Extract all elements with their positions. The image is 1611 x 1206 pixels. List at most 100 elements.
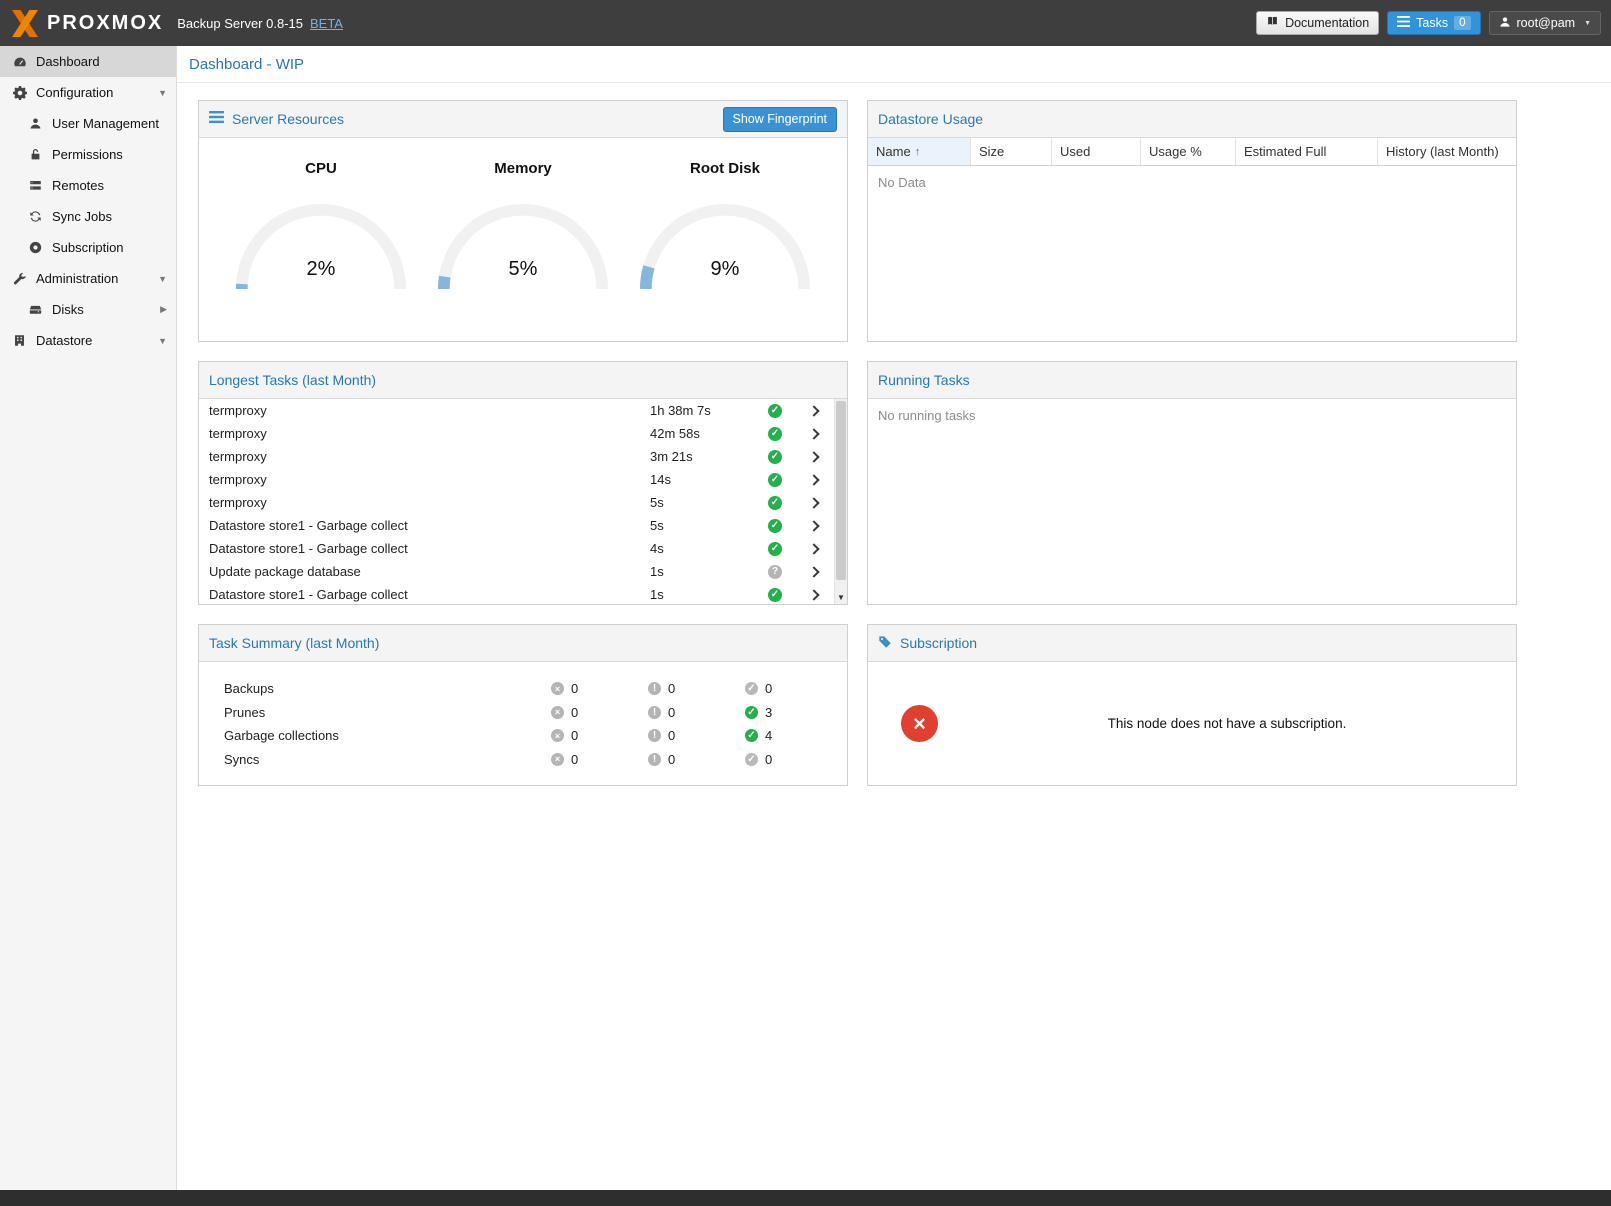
column-header-name[interactable]: Name ↑ (868, 138, 971, 165)
chevron-right-icon[interactable] (808, 520, 819, 531)
task-summary-row-garbage-collections: Garbage collections 0 0 4 (199, 724, 847, 748)
status-ok-icon (768, 519, 782, 533)
ok-icon (745, 729, 758, 742)
table-row[interactable]: Datastore store1 - Garbage collect 1s (199, 583, 847, 604)
warning-icon (648, 682, 661, 695)
sidebar-item-permissions[interactable]: Permissions (0, 139, 176, 170)
root-disk-gauge-value: 9% (635, 258, 815, 281)
status-unknown-icon (768, 565, 782, 579)
datastore-usage-title: Datastore Usage (878, 111, 983, 127)
chevron-right-icon[interactable] (808, 589, 819, 600)
topbar: PROXMOX Backup Server 0.8-15 BETA Docume… (0, 0, 1611, 46)
scrollbar-thumb[interactable] (836, 401, 846, 580)
column-header-estimated-full[interactable]: Estimated Full (1236, 138, 1378, 165)
chevron-right-icon[interactable] (808, 543, 819, 554)
page-title: Dashboard - WIP (189, 56, 304, 73)
subscription-message: This node does not have a subscription. (938, 716, 1516, 731)
task-list-icon (1397, 16, 1410, 30)
sidebar-item-remotes[interactable]: Remotes (0, 170, 176, 201)
product-version: Backup Server 0.8-15 (177, 16, 303, 31)
server-resources-body: CPU 2% Memory (199, 138, 847, 341)
ok-icon (745, 753, 758, 766)
task-duration: 14s (650, 472, 755, 487)
warning-count: 0 (668, 681, 675, 696)
task-duration: 5s (650, 495, 755, 510)
proxmox-logo-icon (10, 10, 40, 37)
table-row[interactable]: Datastore store1 - Garbage collect 5s (199, 514, 847, 537)
scroll-down-icon[interactable]: ▼ (835, 593, 847, 602)
warning-icon (648, 753, 661, 766)
column-header-usage-pct[interactable]: Usage % (1141, 138, 1236, 165)
server-resources-panel: Server Resources Show Fingerprint CPU 2% (198, 100, 848, 342)
column-header-size[interactable]: Size (971, 138, 1052, 165)
task-summary-row-syncs: Syncs 0 0 0 (199, 748, 847, 772)
sidebar-item-label: Remotes (52, 178, 104, 193)
datastore-usage-column-headers: Name ↑ Size Used Usage % E (868, 138, 1516, 166)
server-resources-title: Server Resources (232, 111, 344, 127)
table-row[interactable]: termproxy 3m 21s (199, 445, 847, 468)
beta-link[interactable]: BETA (310, 16, 343, 31)
chevron-right-icon[interactable] (808, 405, 819, 416)
caret-down-icon: ▼ (158, 274, 167, 284)
sidebar-item-disks[interactable]: Disks ▶ (0, 294, 176, 325)
table-row[interactable]: termproxy 42m 58s (199, 422, 847, 445)
subscription-body: × This node does not have a subscription… (868, 662, 1516, 785)
ok-icon (745, 706, 758, 719)
sidebar-item-sync-jobs[interactable]: Sync Jobs (0, 201, 176, 232)
cpu-gauge-arc (231, 199, 411, 298)
table-row[interactable]: Update package database 1s (199, 560, 847, 583)
dashboard-grid: Server Resources Show Fingerprint CPU 2% (177, 83, 1611, 786)
status-ok-icon (768, 473, 782, 487)
error-count: 0 (571, 705, 578, 720)
table-row[interactable]: termproxy 14s (199, 468, 847, 491)
chevron-right-icon[interactable] (808, 451, 819, 462)
sidebar-item-administration[interactable]: Administration ▼ (0, 263, 176, 294)
row-label: Syncs (224, 752, 551, 767)
user-menu-button[interactable]: root@pam ▼ (1489, 11, 1601, 35)
column-header-history[interactable]: History (last Month) (1378, 138, 1516, 165)
sidebar-item-datastore[interactable]: Datastore ▼ (0, 325, 176, 356)
sidebar-item-subscription[interactable]: Subscription (0, 232, 176, 263)
sidebar-item-dashboard[interactable]: Dashboard (0, 46, 176, 77)
vertical-scrollbar[interactable]: ▼ (834, 399, 847, 604)
longest-tasks-title: Longest Tasks (last Month) (209, 372, 376, 388)
running-tasks-body: No running tasks (868, 399, 1516, 604)
task-summary-title: Task Summary (last Month) (209, 635, 379, 651)
refresh-icon (28, 210, 43, 223)
building-icon (12, 334, 27, 347)
ok-count: 3 (765, 705, 772, 720)
cpu-gauge: CPU 2% (231, 160, 411, 298)
table-row[interactable]: Datastore store1 - Garbage collect 4s (199, 537, 847, 560)
chevron-right-icon[interactable] (808, 566, 819, 577)
gears-icon (12, 86, 27, 100)
task-summary-body: Backups 0 0 0 Prunes 0 0 3 Garbage colle… (199, 662, 847, 785)
column-header-used[interactable]: Used (1052, 138, 1141, 165)
sidebar-item-label: Dashboard (36, 54, 100, 69)
sidebar-item-label: Permissions (52, 147, 123, 162)
chevron-right-icon[interactable] (808, 474, 819, 485)
tasks-button[interactable]: Tasks 0 (1387, 11, 1480, 35)
sidebar-item-configuration[interactable]: Configuration ▼ (0, 77, 176, 108)
documentation-button[interactable]: Documentation (1256, 11, 1379, 35)
task-duration: 3m 21s (650, 449, 755, 464)
warning-count: 0 (668, 752, 675, 767)
chevron-right-icon[interactable] (808, 428, 819, 439)
task-summary-row-prunes: Prunes 0 0 3 (199, 701, 847, 725)
support-icon (28, 241, 43, 254)
task-summary-row-backups: Backups 0 0 0 (199, 677, 847, 701)
table-row[interactable]: termproxy 5s (199, 491, 847, 514)
row-label: Backups (224, 681, 551, 696)
topbar-actions: Documentation Tasks 0 root@pam ▼ (1256, 11, 1601, 35)
datastore-usage-header: Datastore Usage (868, 101, 1516, 138)
sidebar-item-label: Subscription (52, 240, 124, 255)
chevron-right-icon[interactable] (808, 497, 819, 508)
status-ok-icon (768, 542, 782, 556)
sidebar-item-user-management[interactable]: User Management (0, 108, 176, 139)
show-fingerprint-button[interactable]: Show Fingerprint (723, 107, 838, 132)
table-row[interactable]: termproxy 1h 38m 7s (199, 399, 847, 422)
subscription-title: Subscription (900, 635, 977, 651)
error-icon (551, 753, 564, 766)
hdd-icon (28, 303, 43, 316)
subscription-header: Subscription (868, 625, 1516, 662)
chevron-down-icon: ▼ (1584, 20, 1591, 27)
